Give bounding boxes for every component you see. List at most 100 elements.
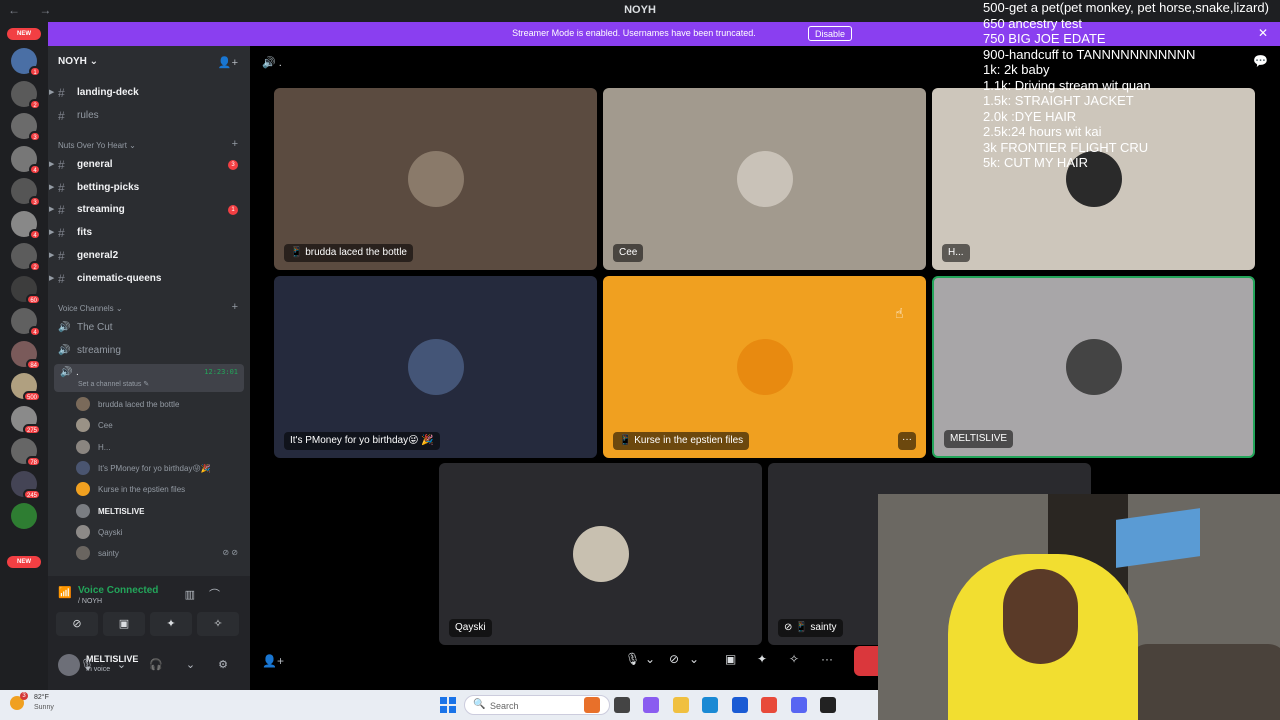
avatar	[76, 460, 90, 475]
goal-line: 2.0k :DYE HAIR	[983, 108, 1077, 124]
server-icon[interactable]: 1	[11, 48, 41, 77]
caret-icon: ▶	[49, 89, 55, 96]
mic-options-icon[interactable]: ⌄	[645, 652, 655, 666]
video-tile-meltislive[interactable]: MELTISLIVE	[932, 276, 1255, 458]
activities-icon[interactable]: ✦	[757, 652, 767, 666]
video-tile-kurse[interactable]: 📱 Kurse in the epstien files ···	[603, 276, 926, 458]
category-voice-channels[interactable]: Voice Channels ⌄	[58, 304, 123, 313]
camera-options-icon[interactable]: ⌄	[689, 652, 699, 666]
server-icon[interactable]: 2	[11, 80, 41, 110]
game-app-icon[interactable]	[584, 697, 600, 713]
video-tile-qayski[interactable]: Qayski	[439, 463, 762, 645]
avatar	[76, 482, 90, 497]
screen-share-button[interactable]: ▣	[103, 612, 145, 636]
server-icon[interactable]: 245	[11, 470, 41, 500]
server-icon[interactable]: 60	[11, 275, 41, 305]
channel-betting-picks[interactable]: ▶ # betting-picks	[49, 179, 244, 197]
server-icon[interactable]: 500	[11, 373, 41, 402]
voice-user[interactable]: H...	[76, 439, 244, 457]
add-channel-icon[interactable]: +	[232, 138, 238, 150]
terminal-app-icon[interactable]	[613, 697, 630, 713]
server-mention-badge: 500	[22, 391, 41, 402]
server-icon[interactable]: 3	[11, 113, 41, 142]
video-tile-pmoney[interactable]: It's PMoney for yo birthday😜 🎉	[274, 276, 597, 458]
channel-status[interactable]: Set a channel status ✎	[78, 380, 149, 388]
copilot-app-icon[interactable]	[643, 697, 659, 713]
participant-avatar	[1065, 339, 1122, 395]
tile-more-button[interactable]: ···	[898, 432, 916, 450]
mic-icon[interactable]: 🎙	[625, 652, 640, 666]
camera-off-button[interactable]: ⊘	[56, 612, 98, 636]
server-mention-badge: 4	[29, 228, 41, 240]
voice-channel-streaming[interactable]: 🔊 streaming	[58, 342, 244, 360]
soundboard-button[interactable]: ✧	[197, 612, 239, 636]
stage-header: 🔊 .	[262, 57, 282, 69]
voice-user[interactable]: Qayski	[76, 524, 244, 542]
add-voice-channel-icon[interactable]: +	[232, 301, 238, 313]
windows-start-icon[interactable]	[440, 697, 456, 713]
screen-share-icon[interactable]: ▣	[725, 652, 736, 666]
active-voice-channel[interactable]: 🔊 . 12:23:01 Set a channel status ✎	[54, 364, 244, 392]
server-mention-badge: 78	[26, 456, 41, 467]
channel-sidebar: NOYH ⌄ 👤+ ▶ # landing-deck # rules Nuts …	[48, 46, 250, 690]
avatar	[76, 546, 90, 561]
activities-button[interactable]: ✦	[150, 612, 192, 636]
voice-user[interactable]: sainty ⊘ ⊘	[76, 545, 244, 563]
channel-general[interactable]: ▶ # general 3	[49, 156, 244, 174]
server-icon[interactable]: 78	[11, 438, 41, 467]
channel-general2[interactable]: ▶ # general2	[49, 247, 244, 265]
discord-app-icon[interactable]	[790, 697, 807, 713]
chrome-app-icon[interactable]	[761, 697, 777, 713]
participant-avatar	[407, 339, 464, 395]
store-app-icon[interactable]	[731, 697, 748, 713]
goal-line: 900-handcuff to TANNNNNNNNNNN	[983, 46, 1196, 62]
voice-user[interactable]: Kurse in the epstien files	[76, 481, 244, 499]
video-tile-cee[interactable]: Cee	[603, 88, 926, 270]
channel-cinematic-queens[interactable]: ▶ # cinematic-queens	[49, 270, 244, 288]
user-controls[interactable]: 🎙 ⌄ 🎧 ⌄ ⚙	[80, 658, 238, 671]
participant-label: MELTISLIVE	[944, 430, 1014, 448]
voice-user[interactable]: MELTISLIVE	[76, 503, 244, 521]
invite-icon[interactable]: 👤+	[262, 654, 284, 668]
more-options-icon[interactable]: ···	[821, 652, 833, 666]
channel-landing-deck[interactable]: ▶ # landing-deck	[49, 84, 244, 102]
disable-button[interactable]: Disable	[808, 26, 853, 41]
server-name[interactable]: NOYH ⌄	[58, 56, 98, 67]
participant-label: 📱 Kurse in the epstien files	[613, 432, 750, 450]
avatar[interactable]	[58, 654, 80, 676]
other-app-icon[interactable]	[820, 697, 836, 713]
voice-panel-icons[interactable]: ▥⌒	[185, 586, 234, 602]
edge-app-icon[interactable]	[702, 697, 718, 713]
voice-user[interactable]: Cee	[76, 417, 244, 435]
add-user-icon[interactable]: 👤+	[218, 56, 238, 69]
camera-off-icon[interactable]: ⊘	[669, 652, 679, 666]
server-icon[interactable]: 275	[11, 405, 41, 435]
participant-avatar	[736, 339, 793, 395]
participant-avatar	[407, 151, 464, 207]
server-icon[interactable]: 4	[11, 210, 41, 240]
weather-badge: 3	[20, 692, 28, 700]
channel-rules[interactable]: # rules	[58, 107, 244, 125]
voice-channel-name: .	[76, 367, 79, 378]
voice-channel-the-cut[interactable]: 🔊 The Cut	[58, 319, 244, 337]
voice-user[interactable]: It's PMoney for yo birthday😜🎉	[76, 460, 244, 478]
server-icon[interactable]: 4	[11, 145, 41, 175]
channel-fits[interactable]: ▶ # fits	[49, 224, 244, 242]
category-nuts-over-yo-heart[interactable]: Nuts Over Yo Heart ⌄	[58, 141, 136, 150]
voice-channel-name: streaming	[77, 345, 121, 356]
server-icon[interactable]: 2	[11, 243, 41, 272]
server-icon[interactable]: 3	[11, 178, 41, 207]
voice-user-name: sainty	[98, 549, 119, 559]
server-icon[interactable]	[11, 503, 37, 529]
file-explorer-app-icon[interactable]	[672, 697, 689, 713]
soundboard-icon[interactable]: ✧	[789, 652, 799, 666]
avatar	[76, 397, 90, 411]
server-icon[interactable]: 84	[11, 340, 41, 370]
participant-avatar	[736, 151, 793, 207]
channel-streaming[interactable]: ▶ # streaming 1	[49, 201, 244, 219]
stream-goals-overlay: 500-get a pet(pet monkey, pet horse,snak…	[983, 0, 1280, 171]
hash-icon: #	[58, 271, 65, 286]
video-tile-brudda[interactable]: 📱 brudda laced the bottle	[274, 88, 597, 270]
server-icon[interactable]: 4	[11, 308, 41, 337]
voice-user[interactable]: brudda laced the bottle	[76, 396, 244, 414]
